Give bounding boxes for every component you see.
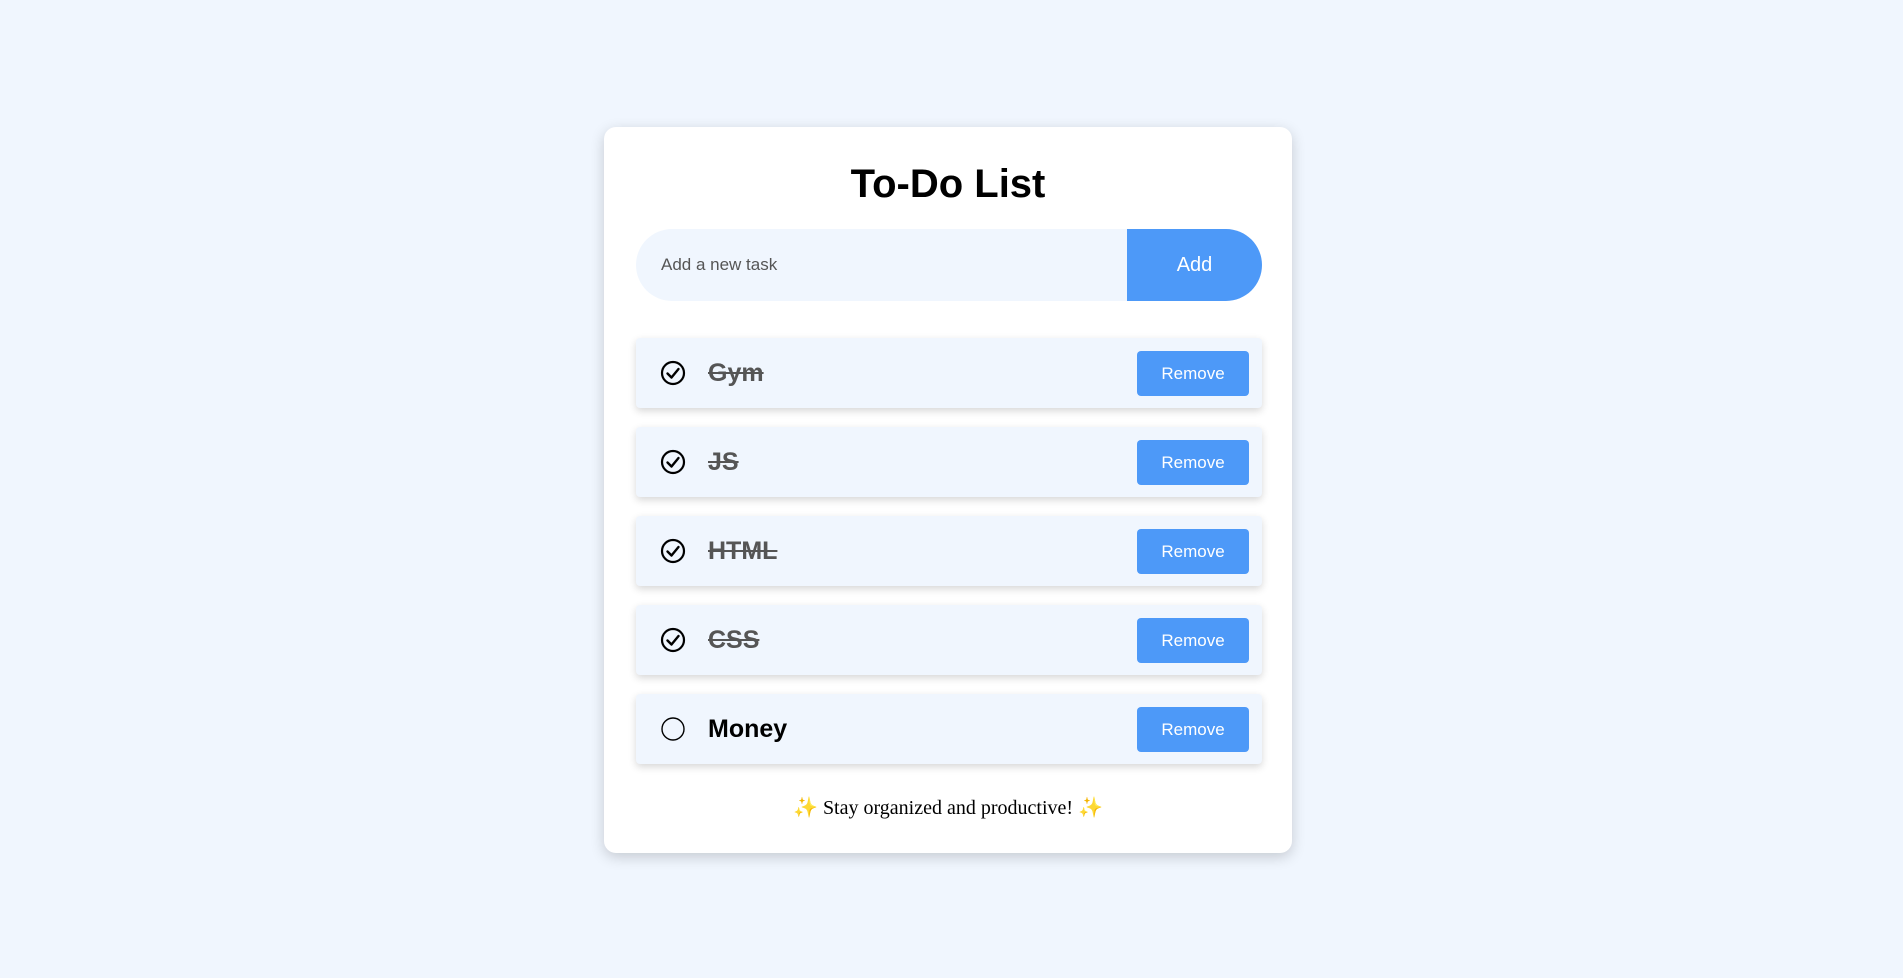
footer-text: Stay organized and productive! <box>822 797 1074 819</box>
task-item: Money Remove <box>636 694 1262 764</box>
task-label: Money <box>708 714 788 743</box>
sparkles-icon: ✨ <box>1078 795 1103 819</box>
task-label: JS <box>708 447 739 476</box>
task-label: CSS <box>708 625 760 654</box>
footer-message: ✨ Stay organized and productive! ✨ <box>604 795 1292 820</box>
task-item: Gym Remove <box>636 338 1262 408</box>
empty-circle-icon[interactable] <box>658 714 688 744</box>
page-title: To-Do List <box>850 162 1046 206</box>
todo-card: To-Do List Add Gym Remove JS Remove HTML… <box>604 127 1292 853</box>
check-circle-icon[interactable] <box>658 358 688 388</box>
check-circle-icon[interactable] <box>658 536 688 566</box>
remove-task-button[interactable]: Remove <box>1137 707 1249 752</box>
remove-task-button[interactable]: Remove <box>1137 440 1249 485</box>
remove-task-button[interactable]: Remove <box>1137 529 1249 574</box>
new-task-form: Add <box>636 229 1262 301</box>
remove-task-button[interactable]: Remove <box>1137 618 1249 663</box>
task-item: JS Remove <box>636 427 1262 497</box>
check-circle-icon[interactable] <box>658 625 688 655</box>
sparkles-icon: ✨ <box>793 795 818 819</box>
task-label: Gym <box>708 358 764 387</box>
check-circle-icon[interactable] <box>658 447 688 477</box>
add-task-button[interactable]: Add <box>1127 229 1262 301</box>
task-item: HTML Remove <box>636 516 1262 586</box>
task-list: Gym Remove JS Remove HTML Remove CSS Rem… <box>636 338 1262 783</box>
remove-task-button[interactable]: Remove <box>1137 351 1249 396</box>
task-item: CSS Remove <box>636 605 1262 675</box>
new-task-input[interactable] <box>636 229 1127 301</box>
task-label: HTML <box>708 536 778 565</box>
